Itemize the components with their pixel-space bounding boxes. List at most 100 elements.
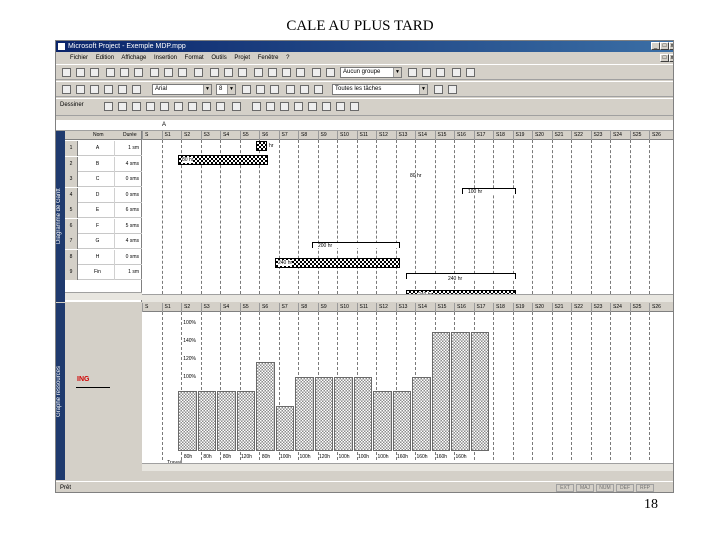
task-name-cell[interactable]: D (81, 187, 115, 203)
line-icon[interactable] (118, 102, 127, 111)
fill-color-icon[interactable] (216, 102, 225, 111)
resource-bar[interactable] (236, 391, 255, 451)
underline-icon[interactable] (270, 85, 279, 94)
select-arrow-icon[interactable] (104, 102, 113, 111)
menu-fichier[interactable]: Fichier (70, 55, 88, 61)
resource-bar[interactable] (392, 391, 411, 451)
duration-cell[interactable]: 0 sms (117, 188, 141, 203)
table-row[interactable]: 7G4 sms (65, 234, 142, 249)
resource-bar[interactable] (295, 376, 314, 451)
menu-outils[interactable]: Outils (211, 55, 226, 61)
copy-icon[interactable] (164, 68, 173, 77)
duration-cell[interactable]: 0 sms (117, 172, 141, 187)
resource-scrollbar[interactable] (142, 463, 673, 471)
view-bar-gantt[interactable]: Diagramme de Gantt (56, 131, 65, 302)
help-icon[interactable] (466, 68, 475, 77)
collapse-icon[interactable] (104, 85, 113, 94)
link-icon[interactable] (210, 68, 219, 77)
print-icon[interactable] (106, 68, 115, 77)
network-icon[interactable] (308, 102, 317, 111)
indent-icon[interactable] (76, 85, 85, 94)
menu-help[interactable]: ? (286, 55, 289, 61)
doc-close-button[interactable]: x (669, 54, 673, 62)
outdent-icon[interactable] (62, 85, 71, 94)
menu-insertion[interactable]: Insertion (154, 55, 177, 61)
entry-bar[interactable]: A (56, 120, 673, 131)
resource-bar[interactable] (178, 391, 197, 451)
task-name-cell[interactable]: F (81, 218, 115, 234)
align-left-icon[interactable] (286, 85, 295, 94)
table-row[interactable]: 5E6 sms (65, 203, 142, 218)
split-icon[interactable] (238, 68, 247, 77)
table-row[interactable]: 4D0 sms (65, 187, 142, 203)
undo-icon[interactable] (194, 68, 203, 77)
table-row[interactable]: 1A1 sm (65, 141, 142, 156)
unlink-icon[interactable] (224, 68, 233, 77)
new-icon[interactable] (62, 68, 71, 77)
rectangle-icon[interactable] (146, 102, 155, 111)
notes-icon[interactable] (268, 68, 277, 77)
duration-cell[interactable]: 4 sms (117, 234, 141, 249)
view-bar-icon[interactable] (252, 102, 261, 111)
polygon-icon[interactable] (188, 102, 197, 111)
filter-combo[interactable]: Toutes les tâches ▼ (332, 84, 428, 95)
menu-edition[interactable]: Edition (96, 55, 114, 61)
oval-icon[interactable] (160, 102, 169, 111)
header-name[interactable]: Nom (93, 132, 104, 138)
goto-task-icon[interactable] (436, 68, 445, 77)
duration-cell[interactable]: 1 sm (117, 265, 141, 280)
zoom-in-icon[interactable] (408, 68, 417, 77)
cut-icon[interactable] (150, 68, 159, 77)
maximize-button[interactable]: □ (660, 42, 669, 50)
menu-projet[interactable]: Projet (234, 55, 250, 61)
task-name-cell[interactable]: B (81, 156, 115, 172)
resource-bar[interactable] (256, 361, 275, 451)
preview-icon[interactable] (120, 68, 129, 77)
table-row[interactable]: 6F5 sms (65, 218, 142, 234)
resource-bar[interactable] (431, 331, 450, 451)
copy-picture-icon[interactable] (312, 68, 321, 77)
resource-graph-icon[interactable] (350, 102, 359, 111)
duration-cell[interactable]: 4 sms (117, 157, 141, 172)
resource-bar[interactable] (334, 376, 353, 451)
group-combo[interactable]: Aucun groupe ▼ (340, 67, 402, 78)
usage-icon[interactable] (322, 102, 331, 111)
resource-bar[interactable] (197, 391, 216, 451)
resource-bar[interactable] (412, 376, 431, 451)
autofilter-icon[interactable] (434, 85, 443, 94)
resource-sheet-icon[interactable] (336, 102, 345, 111)
table-icon[interactable] (266, 102, 275, 111)
show-subtasks-icon[interactable] (132, 85, 141, 94)
copy-wizard-icon[interactable] (452, 68, 461, 77)
task-name-cell[interactable]: E (81, 203, 115, 218)
draw-menu-button[interactable]: Dessiner (60, 102, 84, 108)
duration-cell[interactable]: 1 sm (117, 141, 141, 156)
gantt-bar[interactable] (275, 258, 400, 268)
resource-bar[interactable] (470, 331, 489, 451)
align-center-icon[interactable] (300, 85, 309, 94)
paste-icon[interactable] (178, 68, 187, 77)
gantt-bar[interactable] (256, 141, 267, 151)
table-row[interactable]: 2B4 sms (65, 156, 142, 172)
publish-icon[interactable] (296, 68, 305, 77)
doc-restore-button[interactable]: □ (660, 54, 669, 62)
resource-bar[interactable] (373, 391, 392, 451)
view-bar-resource-graph[interactable]: Graphe ressources (56, 303, 65, 480)
task-name-cell[interactable]: H (81, 249, 115, 265)
resource-bar[interactable] (353, 376, 372, 451)
task-name-cell[interactable]: A (81, 141, 115, 156)
gantt-wizard-icon[interactable] (326, 68, 335, 77)
spelling-icon[interactable] (134, 68, 143, 77)
resource-bar[interactable] (314, 376, 333, 451)
open-icon[interactable] (76, 68, 85, 77)
calendar-icon[interactable] (294, 102, 303, 111)
font-size-combo[interactable]: 8 ▼ (216, 84, 236, 95)
header-duration[interactable]: Durée (123, 132, 137, 138)
task-name-cell[interactable]: Fin (81, 265, 115, 280)
resource-bar[interactable] (275, 406, 294, 451)
duration-cell[interactable]: 0 sms (117, 250, 141, 265)
filter-icon[interactable] (280, 102, 289, 111)
duration-cell[interactable]: 6 sms (117, 203, 141, 218)
menu-fenetre[interactable]: Fenêtre (258, 55, 279, 61)
resource-bar[interactable] (217, 391, 236, 451)
